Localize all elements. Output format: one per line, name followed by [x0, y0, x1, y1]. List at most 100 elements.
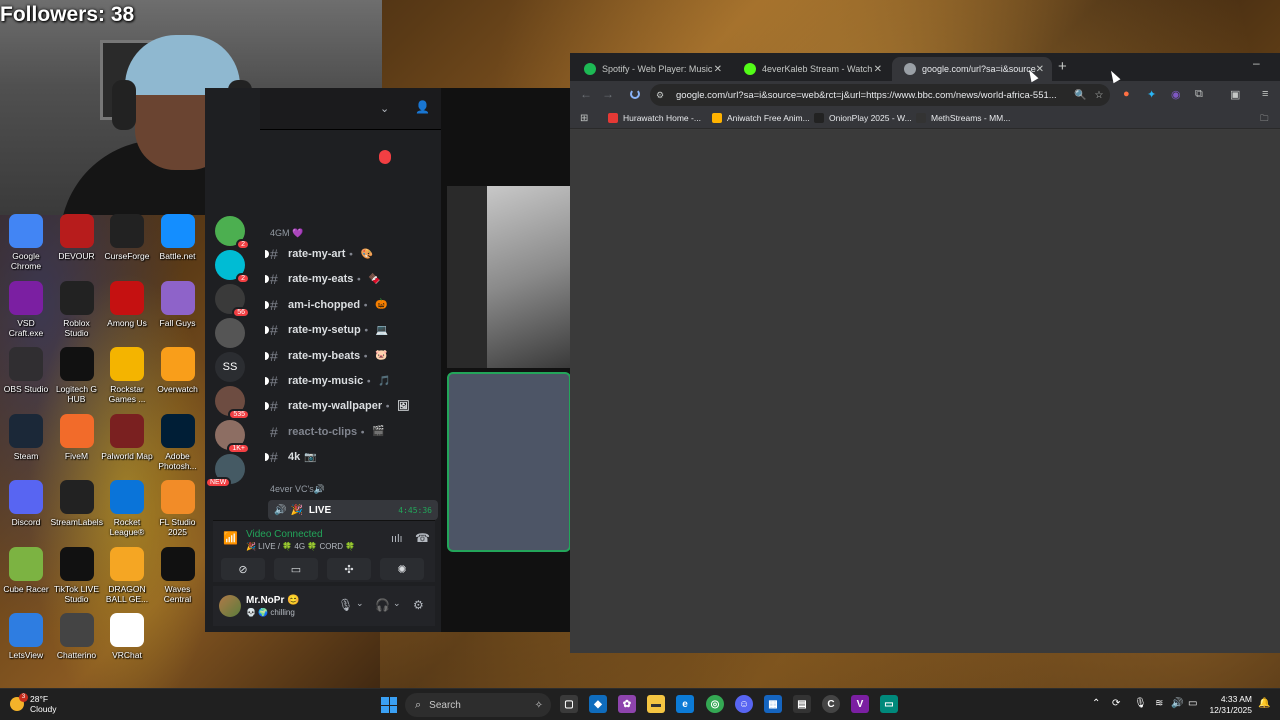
server-icon[interactable]: 535	[215, 386, 250, 420]
add-member-icon[interactable]: 👤	[415, 100, 430, 114]
stream-tile-1[interactable]	[447, 186, 571, 368]
close-tab-icon[interactable]: ✕	[1036, 64, 1044, 75]
bookmark-star-icon[interactable]: ☆	[1094, 90, 1103, 101]
forward-icon[interactable]: →	[602, 87, 614, 101]
desktop-icon[interactable]: VSD Craft.exe	[0, 280, 52, 338]
desktop-icon[interactable]: FL Studio 2025	[152, 480, 204, 537]
vsd-taskbar-icon[interactable]: V	[851, 695, 869, 713]
desktop-icon[interactable]: Battle.net	[152, 214, 204, 261]
desktop-icon[interactable]: Logitech G HUB	[51, 347, 103, 404]
photos-icon[interactable]: ▦	[764, 695, 782, 713]
notification-bell-icon[interactable]: 🔔	[1258, 698, 1270, 709]
screen-share-button[interactable]: ▭	[274, 558, 318, 580]
apps-grid-icon[interactable]: ⊞	[580, 113, 588, 124]
signal-icon[interactable]: 📶	[223, 531, 238, 545]
avatar[interactable]	[219, 595, 241, 617]
desktop-icon[interactable]: LetsView	[0, 613, 52, 660]
desktop-icon[interactable]: Overwatch	[152, 347, 204, 394]
headphones-chevron-icon[interactable]: ⌄	[393, 598, 401, 609]
camera-off-button[interactable]: ⊘	[221, 558, 265, 580]
category-4gm[interactable]: 4GM 💜	[270, 228, 303, 239]
system-clock[interactable]: 4:33 AM 12/31/2025	[1208, 694, 1252, 716]
desktop-icon[interactable]: Adobe Photosh...	[152, 413, 204, 471]
activities-button[interactable]: ✣	[327, 558, 371, 580]
chevron-down-icon[interactable]: ⌄	[380, 102, 389, 115]
site-info-icon[interactable]: ⚙	[656, 90, 672, 101]
extension-icon-3[interactable]: ◉	[1171, 88, 1181, 101]
desktop-icon[interactable]: Rocket League®	[101, 480, 153, 537]
copilot-icon[interactable]: ✿	[618, 695, 636, 713]
address-bar[interactable]: ⚙ google.com/url?sa=i&source=web&rct=j&u…	[650, 84, 1110, 106]
file-explorer-icon[interactable]: ▬	[647, 695, 665, 713]
chrome-taskbar-icon[interactable]: ◎	[706, 695, 724, 713]
extension-icon-1[interactable]: ●	[1123, 88, 1130, 100]
channel-4k[interactable]: #4k 📷	[265, 447, 440, 467]
channel-am-i-chopped[interactable]: # am-i-chopped ・ 🎃	[265, 295, 440, 315]
server-icon[interactable]: NEW	[205, 454, 245, 488]
desktop-icon[interactable]: VRChat	[101, 613, 153, 660]
mic-chevron-icon[interactable]: ⌄	[356, 598, 364, 609]
desktop-icon[interactable]: Steam	[0, 413, 52, 461]
server-icon[interactable]: 1K+	[215, 420, 250, 454]
bookmark[interactable]: Hurawatch Home -...	[608, 113, 701, 123]
bookmark[interactable]: MethStreams - MM...	[916, 113, 1010, 123]
desktop-icon[interactable]: Rockstar Games ...	[101, 347, 153, 404]
edge-icon[interactable]: e	[676, 695, 694, 713]
stream-tile-2[interactable]	[447, 372, 571, 552]
desktop-icon[interactable]: DRAGON BALL GE...	[101, 546, 153, 604]
folder-icon[interactable]: 🗀	[1260, 113, 1269, 127]
weather-widget[interactable]: 3 28°F Cloudy	[10, 693, 56, 714]
desktop-icon[interactable]: CurseForge	[101, 214, 153, 261]
mic-tray-icon[interactable]: 🎙	[1134, 698, 1147, 709]
server-icon[interactable]	[215, 318, 245, 348]
bookmark[interactable]: OnionPlay 2025 - W...	[814, 113, 912, 123]
mic-icon[interactable]: 🎙	[338, 598, 353, 612]
desktop-icon[interactable]: Palworld Map	[101, 413, 153, 461]
desktop-icon[interactable]: Discord	[0, 480, 52, 527]
noise-icon[interactable]: ıılı	[391, 533, 403, 545]
gear-icon[interactable]: ⚙	[413, 598, 424, 612]
bookmark[interactable]: Aniwatch Free Anim...	[712, 113, 810, 123]
vc-channel[interactable]: 🎉 LIVE / 🍀 4G 🍀 CORD 🍀	[246, 542, 355, 551]
task-view-icon[interactable]: ▢	[560, 695, 578, 713]
desktop-icon[interactable]: Among Us	[101, 280, 153, 328]
server-icon[interactable]: 2	[215, 250, 250, 284]
browser-tab[interactable]: Spotify - Web Player: Music for ✕	[572, 57, 730, 81]
server-icon[interactable]: 56	[215, 284, 250, 318]
desktop-icon[interactable]: Chatterino	[51, 613, 103, 660]
minimize-button[interactable]: –	[1253, 56, 1260, 70]
terminal-icon[interactable]: ▤	[793, 695, 811, 713]
desktop-icon[interactable]: Google Chrome	[0, 214, 52, 271]
desktop-icon[interactable]: FiveM	[51, 413, 103, 461]
soundboard-button[interactable]: ✺	[380, 558, 424, 580]
desktop-icon[interactable]: OBS Studio	[0, 347, 52, 394]
tray-app-icon[interactable]: ⟳	[1112, 698, 1120, 709]
volume-icon[interactable]: 🔊	[1171, 698, 1183, 709]
battery-icon[interactable]: ▭	[1188, 698, 1197, 709]
discord-taskbar-icon[interactable]: ☺	[735, 695, 753, 713]
headphones-icon[interactable]: 🎧	[375, 598, 390, 612]
channel-rate-my-beats[interactable]: # rate-my-beats ・ 🐷	[265, 346, 440, 366]
app-icon-1[interactable]: ◆	[589, 695, 607, 713]
new-tab-button[interactable]: +	[1058, 58, 1067, 75]
category-voice[interactable]: 4ever VC's🔊	[270, 484, 325, 495]
menu-icon[interactable]: ≡	[1262, 88, 1268, 100]
channel-rate-my-wallpaper[interactable]: # rate-my-wallpaper ・ 🖼	[265, 396, 440, 416]
side-panel-icon[interactable]: ▣	[1230, 88, 1240, 101]
desktop-icon[interactable]: Cube Racer	[0, 546, 52, 594]
channel-rate-my-setup[interactable]: # rate-my-setup ・ 💻	[265, 320, 440, 340]
chatterino-taskbar-icon[interactable]: C	[822, 695, 840, 713]
extensions-puzzle-icon[interactable]: ⧉	[1195, 88, 1203, 101]
channel-react-to-clips[interactable]: # react-to-clips ・ 🎬	[270, 422, 440, 442]
desktop-icon[interactable]: DEVOUR	[51, 214, 103, 261]
close-tab-icon[interactable]: ✕	[714, 64, 722, 75]
desktop-icon[interactable]: TikTok LIVE Studio	[51, 546, 103, 604]
desktop-icon[interactable]: Fall Guys	[152, 280, 204, 328]
browser-tab[interactable]: 4everKaleb Stream - Watch Live✕	[732, 57, 890, 81]
close-tab-icon[interactable]: ✕	[874, 64, 882, 75]
desktop-icon[interactable]: Roblox Studio	[51, 280, 103, 338]
loading-spinner-icon[interactable]	[630, 89, 640, 99]
channel-rate-my-music[interactable]: # rate-my-music ・ 🎵	[265, 371, 440, 391]
tray-chevron-icon[interactable]: ⌃	[1092, 698, 1100, 709]
zoom-icon[interactable]: 🔍	[1074, 90, 1086, 101]
